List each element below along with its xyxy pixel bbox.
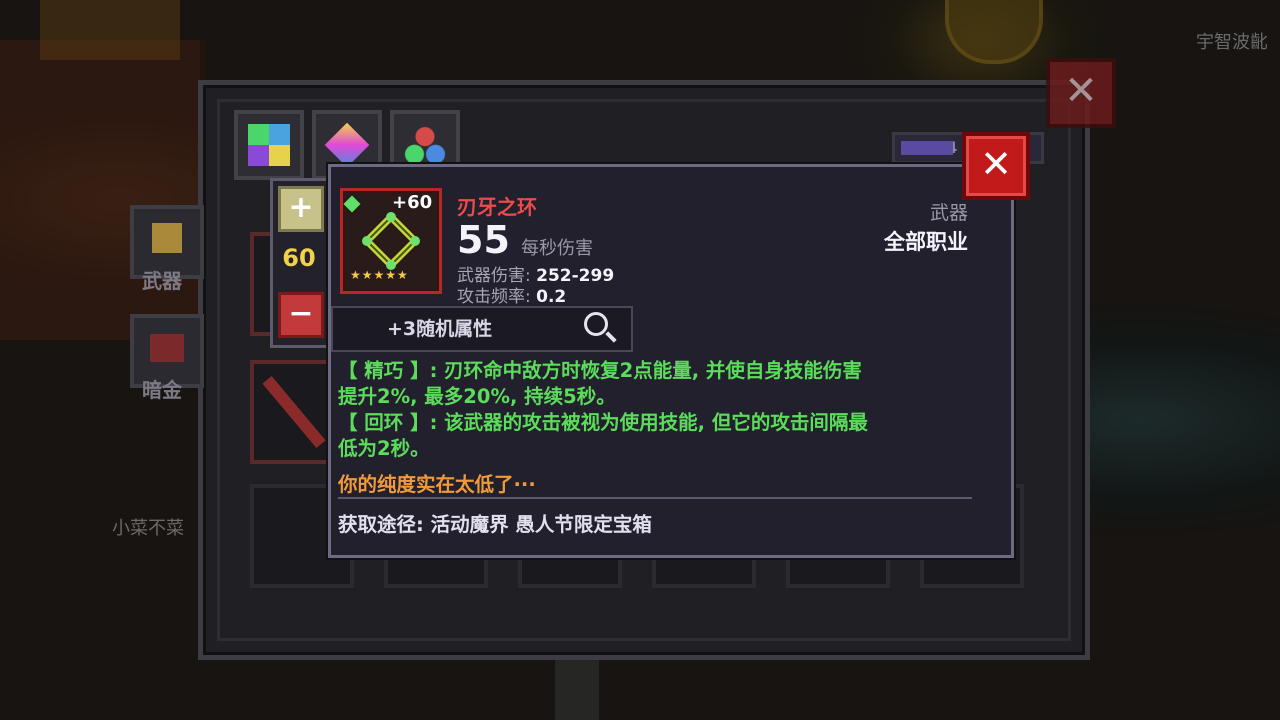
category-weapon-label: 武器	[142, 269, 182, 293]
level-value: 60	[282, 244, 316, 272]
background-building	[0, 40, 206, 340]
crystal-icon	[324, 122, 370, 168]
divider	[338, 497, 972, 499]
orbs-icon	[404, 124, 446, 166]
plus-icon: +	[288, 190, 314, 225]
sword-icon	[152, 223, 182, 253]
tab-all-items[interactable]	[234, 110, 304, 180]
attack-rate-row: 攻击频率: 0.2	[457, 282, 566, 307]
greatsword-icon	[262, 375, 326, 449]
player-name-right: 宇智波齔	[1196, 32, 1268, 53]
search-icon[interactable]	[584, 312, 608, 336]
attack-rate-value: 0.2	[536, 287, 567, 307]
item-dps: 55	[457, 218, 510, 262]
background-key-icon	[555, 655, 599, 720]
background-stall	[40, 0, 180, 60]
treasure-chest-icon	[150, 334, 184, 362]
player-name-left: 小菜不菜	[112, 518, 184, 539]
level-plus-button[interactable]: +	[278, 186, 324, 232]
tooltip-close-button[interactable]: ✕	[962, 132, 1030, 200]
inventory-close-button[interactable]: ✕	[1046, 58, 1116, 128]
level-minus-button[interactable]: −	[278, 292, 324, 338]
inventory-counter-bar	[901, 141, 953, 155]
category-dark-gold-label: 暗金	[142, 378, 182, 402]
item-stars: ★★★★★	[350, 268, 409, 282]
close-icon: ✕	[980, 142, 1012, 186]
grid-icon	[248, 124, 290, 166]
item-class: 全部职业	[884, 230, 968, 254]
item-name: 刃牙之环	[457, 195, 537, 219]
effect-line: 【 精巧 】: 刃环命中敌方时恢复2点能量, 并使自身技能伤害	[338, 359, 862, 382]
effect-line: 【 回环 】: 该武器的攻击被视为使用技能, 但它的攻击间隔最	[338, 411, 868, 434]
purity-warning: 你的纯度实在太低了···	[338, 473, 536, 496]
item-enhance-level: +60	[392, 192, 433, 213]
effect-line: 提升2%, 最多20%, 持续5秒。	[338, 385, 616, 408]
item-dps-label: 每秒伤害	[521, 238, 593, 259]
minus-icon: −	[288, 296, 314, 331]
item-source: 获取途径: 活动魔界 愚人节限定宝箱	[338, 513, 652, 536]
item-type: 武器	[929, 202, 968, 224]
effect-line: 低为2秒。	[338, 437, 430, 460]
attack-rate-label: 攻击频率:	[457, 287, 531, 307]
